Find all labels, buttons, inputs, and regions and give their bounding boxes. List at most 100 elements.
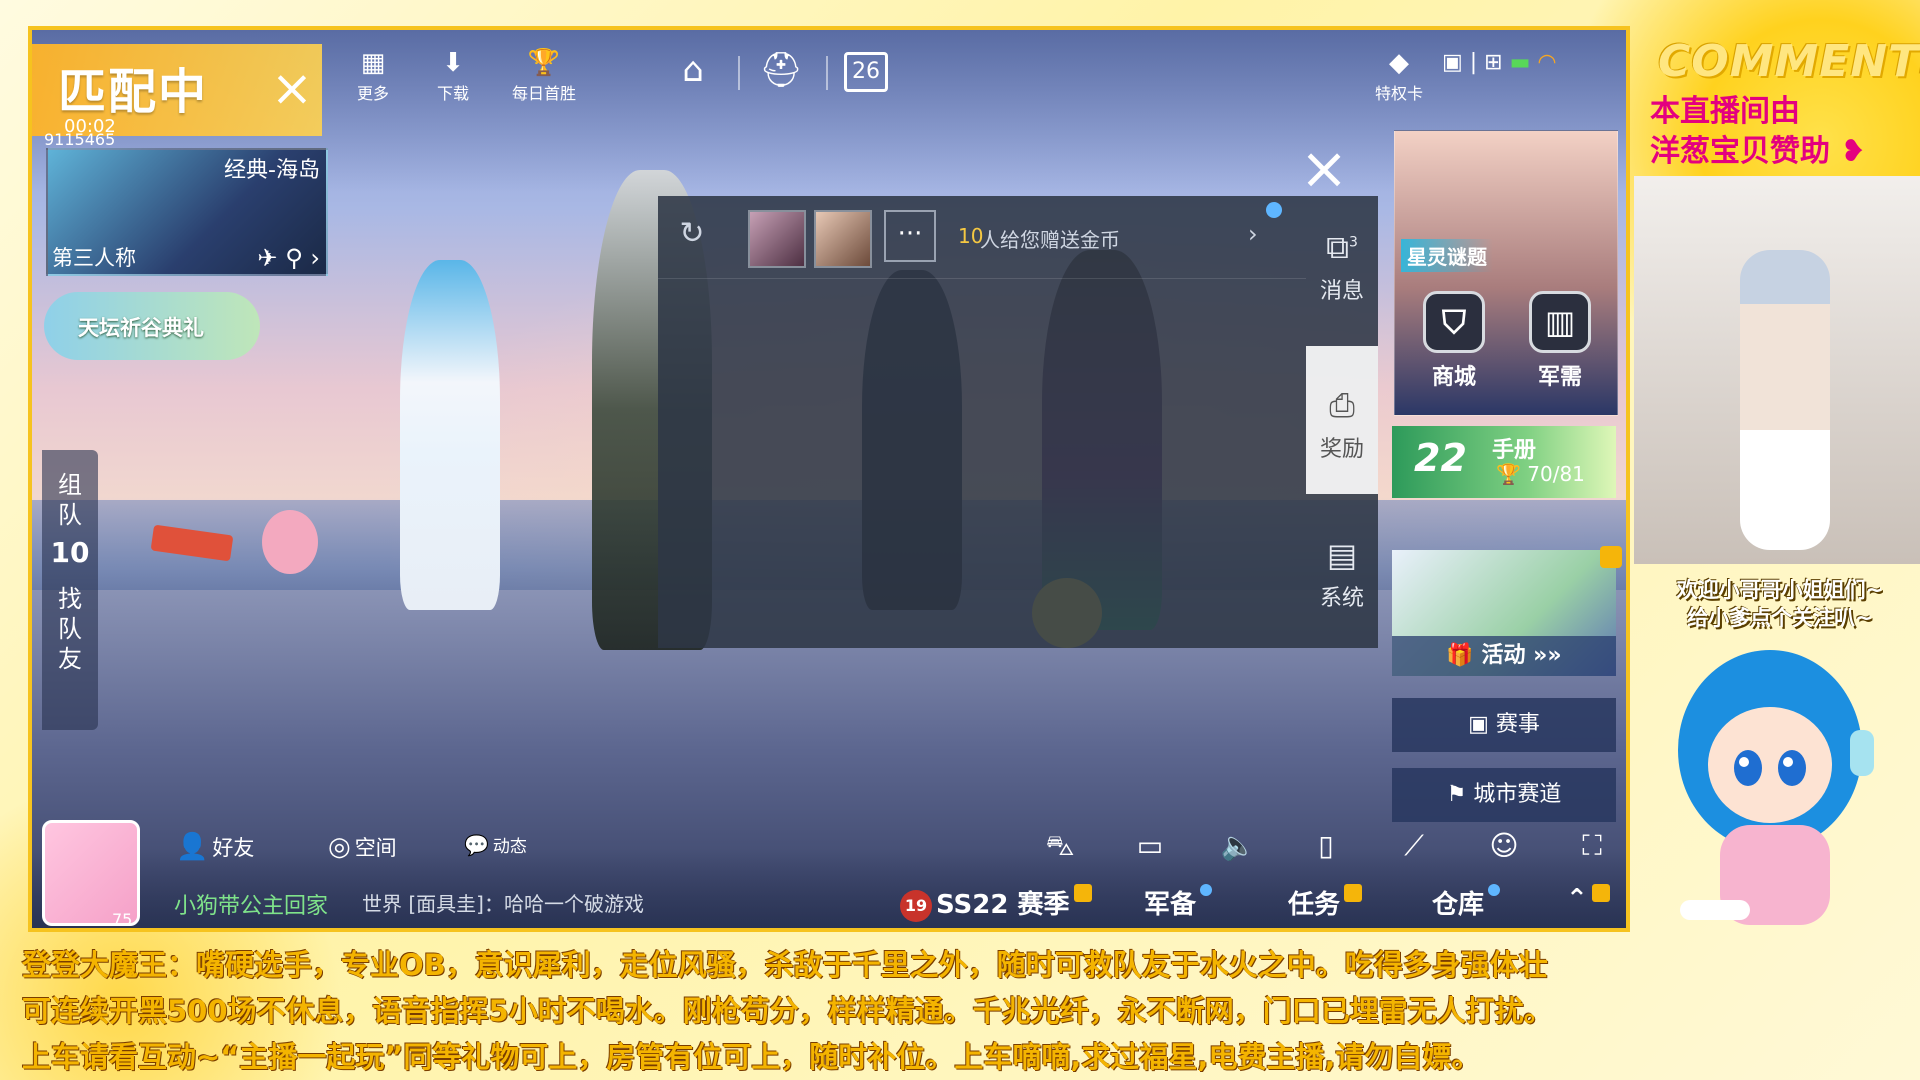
matching-title: 匹配中 [58, 64, 209, 120]
privilege-card-button[interactable]: ◆ 特权卡 [1364, 48, 1434, 104]
calendar-icon[interactable]: 26 [844, 52, 888, 92]
tab-messages-label: 消息 [1319, 279, 1364, 304]
more-label: 更多 [356, 84, 389, 103]
home-icon[interactable]: ⌂ [668, 48, 718, 92]
profile-level: 75 [112, 910, 133, 929]
calendar-day: 26 [852, 59, 880, 84]
warehouse-label: 仓库 [1432, 890, 1485, 920]
gift-notification-text[interactable]: 人给您赠送金币 [980, 224, 1120, 253]
welcome-text: 欢迎小哥哥小姐姐们~ 给小爹点个关注叭~ [1640, 576, 1920, 632]
status-icons: ▣ | ⊞ ▬ ◠ [1442, 50, 1557, 75]
diamond-icon: ◆ [1389, 48, 1409, 78]
city-race-label: 城市赛道 [1473, 782, 1562, 807]
player-name[interactable]: 小狗带公主回家 [174, 888, 328, 920]
more-senders-button[interactable]: ··· [884, 210, 936, 262]
tab-rewards-label: 奖励 [1319, 437, 1364, 462]
season-pass-card[interactable]: 22 手册 🏆 70/81 [1392, 426, 1616, 498]
walkie-talkie-icon[interactable]: ▯ [1306, 826, 1346, 866]
close-panel-icon[interactable]: × [1294, 138, 1354, 198]
speaker-icon[interactable]: 🔈 [1218, 826, 1258, 866]
featured-skin-card[interactable]: 星灵谜题 ⛉ 商城 ▥ 军需 [1394, 130, 1618, 416]
comments-title: COMMENTS [1658, 36, 1920, 87]
sponsor-text: 本直播间由 洋葱宝贝赞助 ❥ [1650, 92, 1920, 172]
chat-message: [面具圭]：哈哈一个破游戏 [408, 892, 644, 916]
activity-text: 活动 [1481, 643, 1526, 668]
notification-dot [1488, 884, 1501, 896]
tab-messages[interactable]: ⧉3 消息 [1306, 196, 1378, 344]
find-label-3: 友 [58, 645, 82, 673]
crate-icon: ▥ [1529, 291, 1591, 353]
moments-button[interactable]: 💬 动态 [464, 832, 527, 857]
perspective-label: 第三人称 [52, 246, 136, 270]
squad-count: 10 [50, 536, 90, 569]
season-level-badge: 19 [900, 889, 932, 922]
pass-season-number: 22 [1414, 436, 1467, 480]
notification-dot [1200, 884, 1213, 896]
sponsor-line-2: 洋葱宝贝赞助 ❥ [1650, 132, 1920, 172]
armory-button[interactable]: 军备 [1144, 884, 1213, 921]
friends-icon: 👤 [176, 832, 209, 862]
chevron-right-icon[interactable]: › [1248, 220, 1258, 248]
welcome-line-1: 欢迎小哥哥小姐姐们~ [1676, 578, 1884, 602]
featured-tag: 星灵谜题 [1401, 239, 1493, 272]
refresh-icon[interactable]: ↻ [674, 216, 710, 252]
divider [738, 56, 740, 90]
plane-icon: ✈ ⚲ › [257, 244, 320, 272]
reward-icon: ⎙ [1329, 386, 1355, 424]
shop-button[interactable]: ⛉ 商城 [1409, 291, 1499, 401]
chat-icon[interactable]: ▭ [1130, 826, 1170, 866]
cancel-matching-icon[interactable]: × [270, 63, 314, 113]
mascot-illustration [1660, 640, 1890, 940]
map-name: 经典-海岛 [224, 158, 320, 183]
ticker-line-3: 上车请看互动~“主播一起玩”同等礼物可上，房管有位可上，随时补位。上车嘀嘀,求过… [22, 1040, 1481, 1074]
sponsor-line-1: 本直播间由 [1650, 94, 1800, 129]
season-button[interactable]: 19 SS22 赛季 [900, 884, 1092, 922]
message-badge: 3 [1348, 234, 1358, 251]
tab-system[interactable]: ▤ 系统 [1306, 496, 1378, 644]
space-button[interactable]: ◎ 空间 [328, 832, 397, 862]
warehouse-button[interactable]: 仓库 [1432, 884, 1501, 921]
tasks-button[interactable]: 任务 [1288, 884, 1363, 921]
message-panel: ↻ ··· 10 人给您赠送金币 › [658, 196, 1306, 648]
more-button[interactable]: ▦ 更多 [338, 48, 408, 104]
event-banner[interactable]: 天坛祈谷典礼 [44, 292, 260, 360]
tab-system-label: 系统 [1319, 586, 1364, 611]
heart-icon: ❥ [1840, 134, 1866, 169]
daily-win-button[interactable]: 🏆 每日首胜 [494, 48, 594, 104]
chat-channel: 世界 [362, 892, 402, 916]
squad-label-1: 组 [58, 471, 82, 499]
ticker-line-1: 登登大魔王：嘴硬选手，专业OB，意识犀利，走位风骚，杀敌于千里之外，随时可救队友… [22, 948, 1548, 982]
expand-menu-icon[interactable]: ⌃ [1566, 884, 1610, 914]
magic-wand-icon[interactable]: ⟋ [1394, 826, 1434, 866]
activity-label: 🎁 活动 »» [1392, 636, 1616, 676]
system-icon: ▤ [1326, 536, 1358, 574]
emote-icon[interactable]: ☺ [1484, 826, 1524, 866]
sender-avatar[interactable] [748, 210, 806, 268]
tasks-label: 任务 [1288, 890, 1341, 920]
sponsor-name: 洋葱宝贝赞助 [1650, 134, 1830, 169]
tab-rewards[interactable]: ⎙ 奖励 [1306, 346, 1378, 494]
divider [826, 56, 828, 90]
helmet-icon[interactable]: ⛑ [756, 48, 806, 92]
matching-banner: 匹配中 × 00:02 9115465 [32, 44, 322, 149]
game-viewport: 匹配中 × 00:02 9115465 经典-海岛 第三人称 ✈ ⚲ › 天坛祈… [28, 26, 1630, 932]
city-race-button[interactable]: ⚑ 城市赛道 [1392, 768, 1616, 822]
fullscreen-icon[interactable]: ⛶ [1572, 826, 1612, 866]
download-button[interactable]: ⬇ 下载 [418, 48, 488, 104]
world-chat[interactable]: 世界 [面具圭]：哈哈一个破游戏 [362, 888, 644, 917]
tournament-label: 赛事 [1495, 712, 1540, 737]
pass-label: 手册 [1492, 438, 1537, 463]
activity-card[interactable]: 🎁 活动 »» [1392, 546, 1622, 676]
character-main-female[interactable] [400, 260, 500, 610]
daily-win-label: 每日首胜 [511, 84, 576, 103]
supply-button[interactable]: ▥ 军需 [1515, 291, 1605, 401]
squad-tab[interactable]: 组 队 10 找 队 友 [42, 450, 98, 730]
event-label: 天坛祈谷典礼 [78, 316, 204, 340]
message-icon: ⧉3 [1326, 228, 1358, 266]
sender-avatar[interactable] [814, 210, 872, 268]
trophy-icon: 🏆 [527, 48, 561, 78]
friends-button[interactable]: 👤 好友 [176, 832, 254, 862]
tournament-button[interactable]: ▣ 赛事 [1392, 698, 1616, 752]
map-selector[interactable]: 经典-海岛 第三人称 ✈ ⚲ › [46, 148, 328, 276]
vehicle-icon[interactable]: ⛍ [1040, 826, 1080, 866]
